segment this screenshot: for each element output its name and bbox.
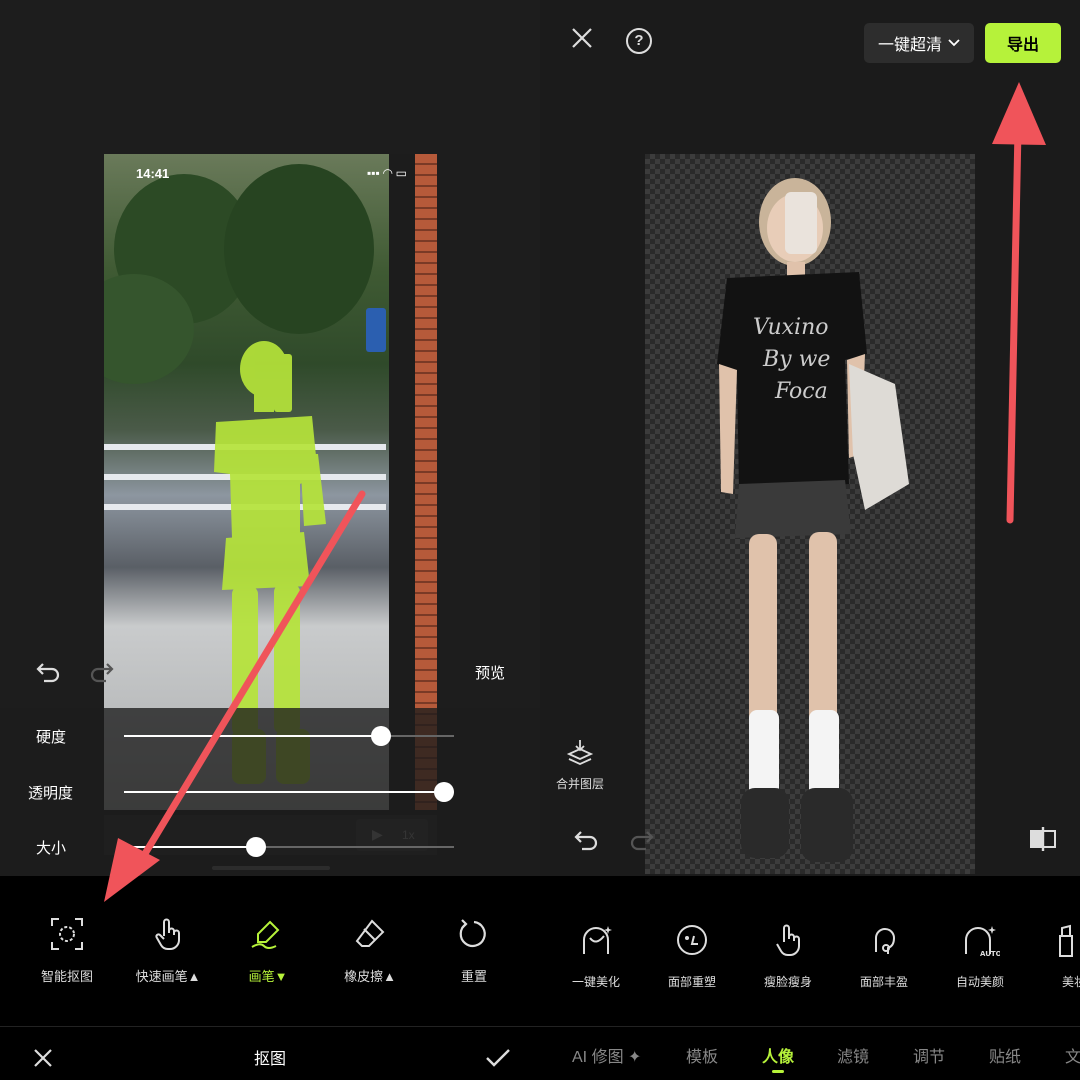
- slim-body-button[interactable]: 瘦脸瘦身: [740, 922, 836, 990]
- cutout-bottom-bar: 抠图: [0, 1026, 540, 1080]
- size-slider[interactable]: 大小: [0, 827, 540, 867]
- face-beauty-icon: [583, 926, 612, 954]
- face-plump-icon: [875, 928, 896, 954]
- eraser-button[interactable]: 橡皮擦▲: [322, 914, 418, 985]
- reset-icon: [459, 919, 486, 948]
- tool-label: 面部丰盈: [859, 975, 908, 989]
- tab-adjust[interactable]: 调节: [913, 1043, 945, 1067]
- tab-stickers[interactable]: 贴纸: [989, 1043, 1021, 1067]
- redo-button[interactable]: [82, 656, 122, 693]
- undo-icon: [574, 831, 598, 851]
- eraser-icon: [355, 919, 385, 947]
- tab-portrait[interactable]: 人像: [762, 1043, 794, 1073]
- opacity-slider[interactable]: 透明度: [0, 772, 540, 812]
- reset-button[interactable]: 重置: [426, 914, 522, 985]
- close-icon[interactable]: [570, 26, 594, 50]
- tab-ai-retouch[interactable]: AI 修图 ✦: [572, 1043, 641, 1067]
- one-click-beauty-button[interactable]: 一键美化: [548, 922, 644, 990]
- slider-label: 大小: [36, 840, 67, 857]
- layers-icon: [566, 740, 594, 765]
- export-button[interactable]: 导出: [985, 23, 1061, 63]
- panel-title: 抠图: [253, 1051, 286, 1068]
- tool-label: 瘦脸瘦身: [763, 975, 812, 989]
- category-tabs: AI 修图 ✦ 模板 人像 滤镜 调节 贴纸 文字: [540, 1026, 1080, 1080]
- chevron-down-icon: [948, 39, 960, 47]
- makeup-icon: [1059, 924, 1073, 957]
- tab-text[interactable]: 文字: [1065, 1043, 1080, 1067]
- tab-templates[interactable]: 模板: [686, 1043, 718, 1067]
- tab-filters[interactable]: 滤镜: [837, 1043, 869, 1067]
- svg-text:Vuxino: Vuxino: [753, 315, 829, 340]
- slider-track[interactable]: [124, 726, 454, 746]
- tool-label: 画笔▼: [248, 969, 288, 984]
- brush-settings-panel: 硬度 透明度 大小: [0, 708, 540, 876]
- brush-button[interactable]: 画笔▼: [220, 914, 316, 985]
- redo-button[interactable]: [622, 824, 662, 861]
- tool-label: 橡皮擦▲: [344, 969, 396, 984]
- cutout-canvas[interactable]: Vuxino By we Foca: [645, 154, 975, 874]
- confirm-check-icon[interactable]: [484, 1046, 512, 1070]
- preview-button[interactable]: 预览: [475, 662, 505, 683]
- redo-icon: [90, 663, 114, 683]
- photo-editor-panel: ? 一键超清 导出 Vuxino By we Foca 合并图层 一键美化 面部…: [540, 0, 1080, 1080]
- quality-label: 一键超清: [877, 37, 942, 54]
- cutout-editor-panel: 14:41 ▪▪▪ ◠ ▭ ▶ 1x: [0, 0, 540, 1080]
- tool-label: 美妆: [1062, 975, 1080, 989]
- brush-icon: [251, 920, 280, 949]
- face-reshape-button[interactable]: 面部重塑: [644, 922, 740, 990]
- tool-label: 重置: [460, 969, 487, 984]
- undo-button[interactable]: [566, 824, 606, 861]
- slider-fill: [124, 846, 256, 848]
- slider-knob[interactable]: [371, 726, 392, 746]
- makeup-button[interactable]: 美妆: [1028, 922, 1080, 990]
- tool-label: 快速画笔▲: [135, 969, 201, 984]
- portrait-toolbar: 一键美化 面部重塑 瘦脸瘦身 面部丰盈 AUTO 自动美颜 美妆: [540, 876, 1080, 1026]
- tool-label: 智能抠图: [40, 969, 93, 984]
- slider-knob[interactable]: [246, 837, 266, 857]
- smart-cutout-button[interactable]: 智能抠图: [19, 914, 115, 985]
- slider-label: 透明度: [28, 785, 74, 802]
- slider-fill: [124, 791, 445, 793]
- auto-beauty-icon: AUTO: [965, 926, 1002, 958]
- slider-knob[interactable]: [434, 782, 455, 802]
- undo-icon: [36, 663, 60, 683]
- cutout-subject: Vuxino By we Foca: [717, 178, 909, 862]
- cutout-toolbar: 智能抠图 快速画笔▲ 画笔▼ 橡皮擦▲ 重置: [0, 876, 540, 1026]
- quick-brush-button[interactable]: 快速画笔▲: [120, 914, 216, 985]
- svg-text:Foca: Foca: [774, 379, 828, 404]
- hd-quality-dropdown[interactable]: 一键超清: [864, 23, 974, 63]
- help-icon[interactable]: ?: [626, 28, 652, 54]
- slider-label: 硬度: [36, 729, 67, 746]
- compare-icon[interactable]: [1028, 824, 1058, 854]
- hardness-slider[interactable]: 硬度: [0, 716, 540, 756]
- tool-label: 自动美颜: [955, 975, 1004, 989]
- undo-button[interactable]: [28, 656, 68, 693]
- svg-text:AUTO: AUTO: [980, 950, 1000, 958]
- hand-pointer-icon: [155, 918, 180, 951]
- slider-fill: [124, 735, 382, 737]
- merge-label: 合并图层: [555, 777, 604, 791]
- smart-cutout-icon: [51, 918, 83, 950]
- tool-label: 一键美化: [571, 975, 620, 989]
- redo-icon: [630, 831, 654, 851]
- svg-text:By we: By we: [762, 347, 830, 372]
- auto-beauty-button[interactable]: AUTO 自动美颜: [932, 922, 1028, 990]
- face-plump-button[interactable]: 面部丰盈: [836, 922, 932, 990]
- face-reshape-icon: [677, 925, 707, 955]
- slider-track[interactable]: [124, 782, 455, 802]
- slim-icon: [776, 924, 800, 957]
- slider-track[interactable]: [124, 837, 454, 857]
- tool-label: 面部重塑: [667, 975, 716, 989]
- merge-layers-button[interactable]: 合并图层: [552, 738, 608, 792]
